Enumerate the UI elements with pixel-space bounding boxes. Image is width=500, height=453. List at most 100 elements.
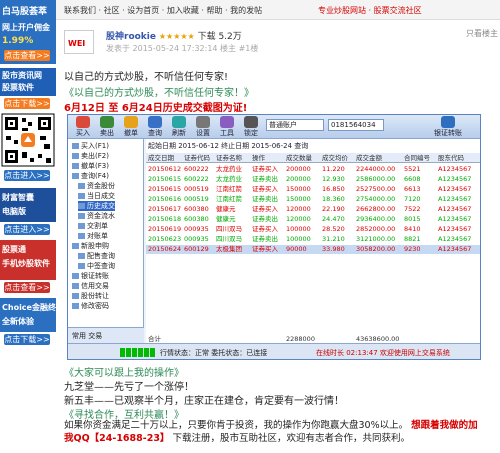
table-cell: 000519 [184, 195, 209, 203]
table-cell: 2244000.00 [356, 165, 396, 173]
rating-stars: ★★★★★ [158, 32, 195, 41]
account-type-select: 普通账户 [266, 119, 324, 131]
tree-item: 配售查询 [78, 251, 115, 261]
table-cell: A1234567 [438, 185, 472, 193]
table-row: 20150618 600380 健康元 证券卖出 120000 24.470 2936400… [146, 215, 480, 224]
top-nav-links[interactable]: 联系我们 · 社区 · 设为首页 · 加入收藏 · 帮助 · 我的发帖 [64, 5, 262, 16]
tree-item: 对账单 [78, 231, 108, 241]
table-cell: 600380 [184, 205, 209, 213]
tree-item: 当日成交 [78, 191, 115, 201]
table-cell: 20150617 [148, 205, 182, 213]
ad-button[interactable]: 点击查看>> [4, 282, 50, 293]
table-cell: 20150624 [148, 245, 182, 253]
query-button: 查询 [144, 116, 166, 138]
table-cell: 2754000.00 [356, 195, 396, 203]
table-cell: A1234567 [438, 235, 472, 243]
post-intro: 以自己的方式炒股，不听信任何专家! [64, 72, 229, 83]
table-row: 20150624 600129 太极集团 证券买入 90000 33.980 3058200… [146, 245, 480, 254]
qr-code-ad[interactable] [0, 112, 56, 168]
sell-button: 卖出 [96, 116, 118, 138]
ad-subtitle: 网上开户佣金 [2, 23, 50, 32]
ad-button[interactable]: 点击下载>> [4, 98, 50, 109]
table-cell: A1234567 [438, 245, 472, 253]
table-cell: A1234567 [438, 195, 472, 203]
table-cell: 2586000.00 [356, 175, 396, 183]
table-cell: 200000 [286, 175, 311, 183]
ad-banner-4[interactable]: 财富智囊 电脑版 [0, 188, 56, 222]
ad-banner-1[interactable]: 白马股荟萃 网上开户佣金 1.99% 点击查看>> [0, 0, 56, 64]
tree-item: 资金流水 [78, 211, 115, 221]
table-cell: 28.520 [322, 225, 345, 233]
ad-button[interactable]: 点击下载>> [4, 334, 50, 345]
tree-item: 中签查询 [78, 261, 115, 271]
table-cell: 2936400.00 [356, 215, 396, 223]
ad-banner-6[interactable]: Choice金融终端 全新体验 [0, 298, 56, 332]
table-cell: 证券卖出 [252, 215, 278, 223]
table-cell: 000935 [184, 235, 209, 243]
lock-icon [244, 116, 258, 128]
table-cell: A1234567 [438, 205, 472, 213]
column-header: 股东代码 [438, 154, 464, 162]
table-cell: 600222 [184, 175, 209, 183]
table-cell: 600222 [184, 165, 209, 173]
software-toolbar: 买入 卖出 撤单 查询 刷新 设置 工具 锁定 普通账户 0181564034 … [68, 115, 480, 139]
column-header: 操作 [252, 154, 265, 162]
table-cell: 2852000.00 [356, 225, 396, 233]
table-cell: 20150619 [148, 225, 182, 233]
table-cell: 33.980 [322, 245, 345, 253]
table-cell: 6608 [404, 175, 421, 183]
column-header: 证券名称 [216, 154, 242, 162]
post-meta: 发表于 2015-05-24 17:32:14 楼主 #1楼 [106, 44, 259, 53]
query-criteria: 起始日期 2015-06-12 终止日期 2015-06-24 查询 [148, 142, 309, 150]
buy-button: 买入 [72, 116, 94, 138]
ad-banner-2[interactable]: 股市资讯网 股票软件 [0, 68, 56, 96]
table-cell: 3121000.00 [356, 235, 396, 243]
tree-item: 查询(F4) [72, 171, 109, 181]
ad-button[interactable]: 点击查看>> [4, 50, 50, 61]
status-text: 行情状态：正常 委托状态：已连接 [160, 349, 268, 357]
table-cell: 12.930 [322, 175, 345, 183]
table-cell: 9230 [404, 245, 421, 253]
table-cell: 31.210 [322, 235, 345, 243]
ad-banner-5[interactable]: 股票通 手机炒股软件 [0, 240, 56, 280]
table-cell: 证券买入 [252, 225, 278, 233]
ad-button[interactable]: 点击进入>> [4, 224, 50, 235]
tree-item-selected: 历史成交 [78, 201, 115, 211]
ad-title: 股市资讯网 [2, 71, 42, 80]
ad-title: 财富智囊 [2, 193, 34, 202]
cooperation-paragraph: 如果你资金满足二十万以上，只要你肯于投资，我的操作为你跑赢大盘30%以上。 想跟… [64, 419, 478, 445]
table-row: 20150612 600222 太龙药业 证券买入 200000 11.220 224400… [146, 165, 480, 174]
table-cell: 20150623 [148, 235, 182, 243]
top-nav-slogan[interactable]: 专业炒股网站 · 股票交流社区 [318, 5, 422, 16]
table-cell: 16.850 [322, 185, 345, 193]
table-row: 20150619 000935 四川双马 证券买入 100000 28.520 285200… [146, 225, 480, 234]
refresh-icon [172, 116, 186, 128]
table-cell: 20150618 [148, 215, 182, 223]
table-cell: 证券卖出 [252, 175, 278, 183]
table-cell: 24.470 [322, 215, 345, 223]
table-row: 20150616 000519 江南红箭 证券卖出 150000 18.360 275400… [146, 195, 480, 204]
cancel-order-button: 撤单 [120, 116, 142, 138]
table-cell: 证券卖出 [252, 235, 278, 243]
table-cell: 200000 [286, 165, 311, 173]
ad-title: Choice金融终端 [2, 303, 56, 312]
ad-rate: 1.99% [2, 36, 34, 46]
qq-number[interactable]: 【24-1688-23】 [90, 433, 170, 444]
author-line: 股神rookie ★★★★★ 下载 5.2万 [106, 29, 242, 42]
column-header: 成交日期 [148, 154, 174, 162]
table-cell: 11.220 [322, 165, 345, 173]
author-name[interactable]: 股神rookie [106, 32, 156, 42]
table-row: 20150617 600380 健康元 证券买入 120000 22.190 2662800… [146, 205, 480, 214]
table-cell: 7522 [404, 205, 421, 213]
ad-button[interactable]: 点击进入>> [4, 170, 50, 181]
post-date-claim: 6月12日 至 6月24日历史成交截图为证! [64, 103, 248, 114]
table-cell: A1234567 [438, 165, 472, 173]
table-cell: 150000 [286, 195, 311, 203]
only-author-link[interactable]: 只看楼主 [466, 28, 498, 39]
column-header: 成交均价 [322, 154, 348, 162]
table-cell: 8821 [404, 235, 421, 243]
table-cell: 2662800.00 [356, 205, 396, 213]
avatar[interactable]: WEI [64, 30, 94, 54]
post-headline: 《以自己的方式炒股，不听信任何专家！》 [64, 88, 254, 99]
account-number-select: 0181564034 [328, 119, 384, 131]
